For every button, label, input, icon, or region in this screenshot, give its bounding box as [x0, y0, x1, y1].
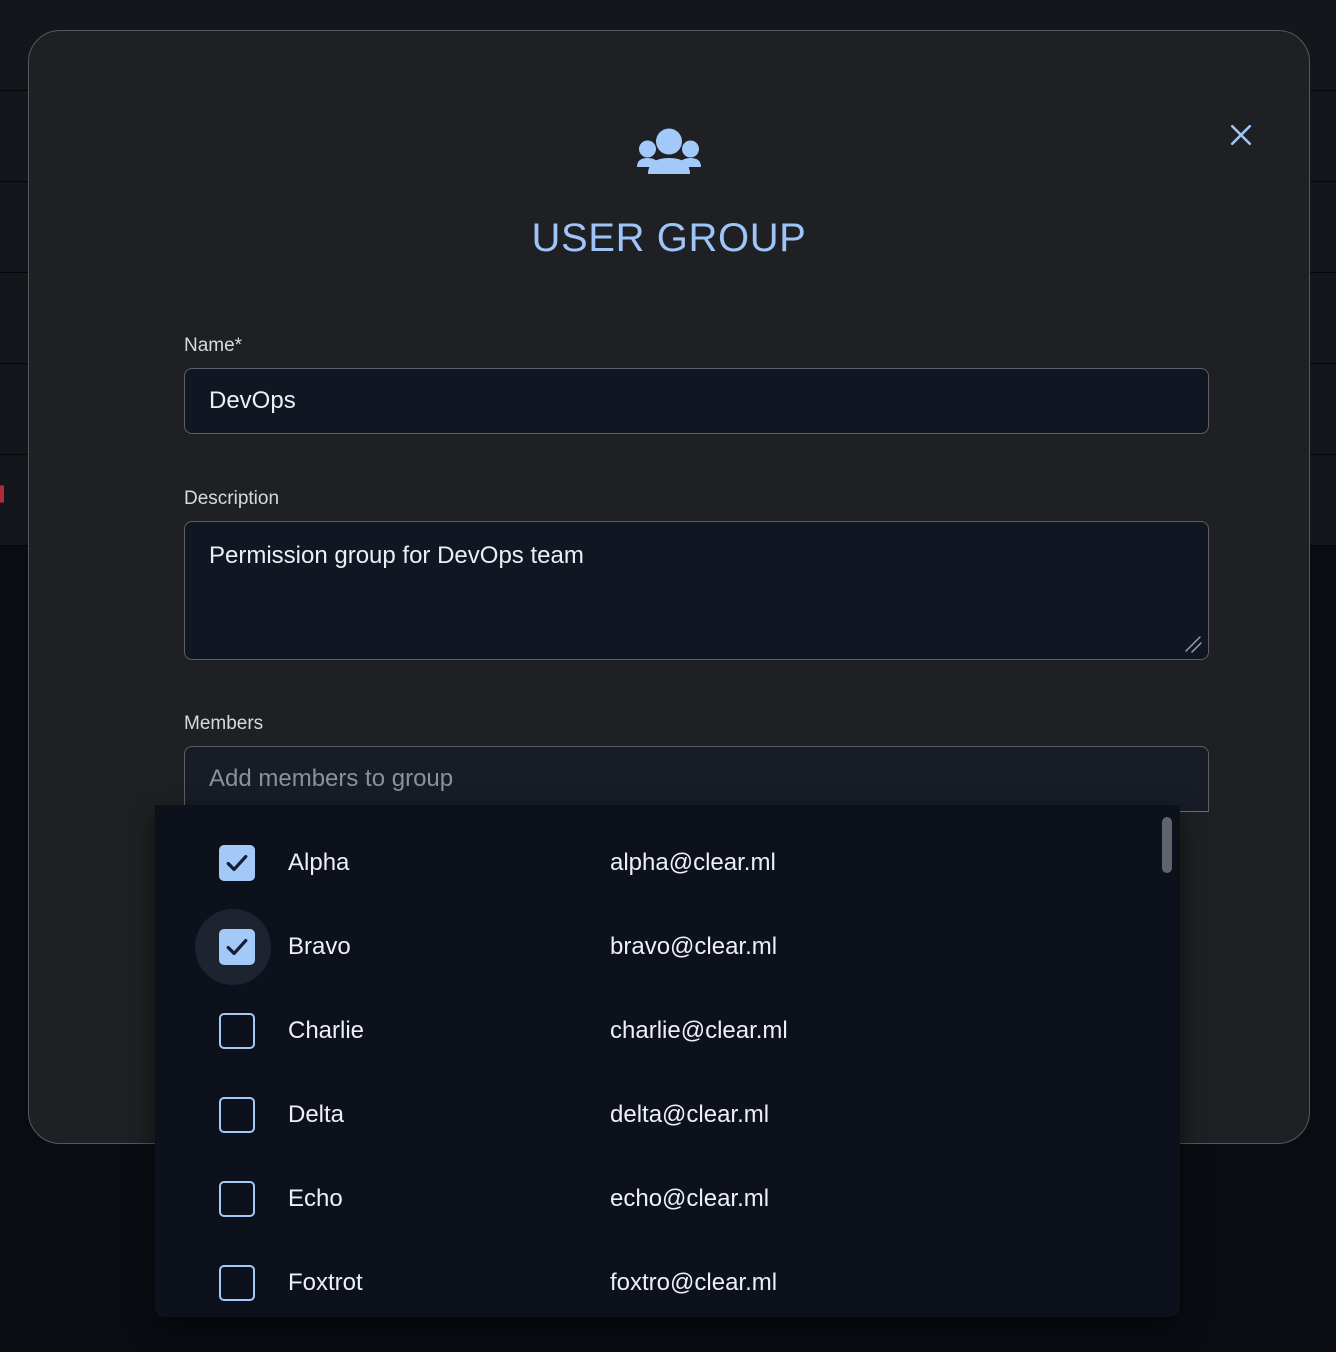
dropdown-scrollbar-thumb[interactable]	[1162, 817, 1172, 873]
member-email: foxtro@clear.ml	[610, 1269, 777, 1297]
member-email: charlie@clear.ml	[610, 1017, 788, 1045]
members-option-list: Alphaalpha@clear.mlBravobravo@clear.mlCh…	[155, 805, 1180, 1317]
user-group-icon	[637, 127, 701, 179]
checkbox-unchecked-icon[interactable]	[219, 1097, 255, 1133]
description-label: Description	[184, 488, 1209, 510]
name-input[interactable]	[184, 368, 1209, 434]
member-name: Charlie	[288, 1017, 610, 1045]
member-email: alpha@clear.ml	[610, 849, 776, 877]
description-textarea[interactable]: Permission group for DevOps team	[184, 521, 1209, 660]
member-option-row[interactable]: Bravobravo@clear.ml	[155, 905, 1180, 989]
member-name: Echo	[288, 1185, 610, 1213]
name-field-group: Name*	[184, 335, 1209, 434]
member-name: Alpha	[288, 849, 610, 877]
checkbox-checked-icon[interactable]	[219, 845, 255, 881]
member-email: bravo@clear.ml	[610, 933, 777, 961]
checkbox-checked-icon[interactable]	[219, 929, 255, 965]
member-option-row[interactable]: Charliecharlie@clear.ml	[155, 989, 1180, 1073]
member-option-row[interactable]: Deltadelta@clear.ml	[155, 1073, 1180, 1157]
members-dropdown: Alphaalpha@clear.mlBravobravo@clear.mlCh…	[155, 805, 1180, 1317]
dialog-header: USER GROUP	[29, 31, 1309, 261]
members-input[interactable]	[184, 746, 1209, 812]
user-group-form: Name* Description Permission group for D…	[184, 335, 1209, 812]
member-email: delta@clear.ml	[610, 1101, 769, 1129]
member-name: Bravo	[288, 933, 610, 961]
name-label: Name*	[184, 335, 1209, 357]
member-email: echo@clear.ml	[610, 1185, 769, 1213]
checkbox-unchecked-icon[interactable]	[219, 1265, 255, 1301]
member-option-row[interactable]: Foxtrotfoxtro@clear.ml	[155, 1241, 1180, 1317]
description-field-group: Description Permission group for DevOps …	[184, 488, 1209, 660]
member-option-row[interactable]: Alphaalpha@clear.ml	[155, 821, 1180, 905]
member-name: Delta	[288, 1101, 610, 1129]
dropdown-scrollbar[interactable]	[1162, 817, 1172, 1317]
checkbox-unchecked-icon[interactable]	[219, 1181, 255, 1217]
member-option-row[interactable]: Echoecho@clear.ml	[155, 1157, 1180, 1241]
row-status-accent	[0, 485, 4, 503]
checkbox-unchecked-icon[interactable]	[219, 1013, 255, 1049]
members-label: Members	[184, 713, 1209, 735]
member-name: Foxtrot	[288, 1269, 610, 1297]
members-field-group: Members	[184, 713, 1209, 812]
page-title: USER GROUP	[29, 216, 1309, 261]
